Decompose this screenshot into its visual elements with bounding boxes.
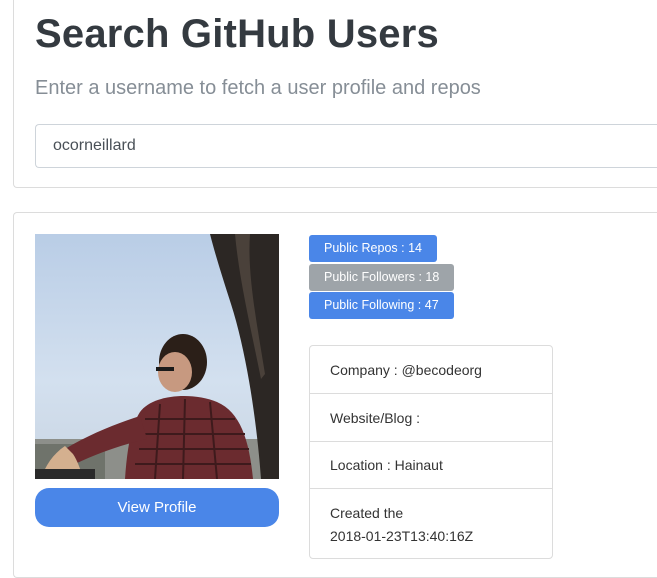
search-card: Search GitHub Users Enter a username to …	[13, 0, 657, 188]
created-date: 2018-01-23T13:40:16Z	[330, 528, 474, 544]
view-profile-button[interactable]: View Profile	[35, 488, 279, 527]
public-repos-badge: Public Repos : 14	[309, 235, 437, 262]
profile-card: View Profile Public Repos : 14 Public Fo…	[13, 212, 657, 578]
location-item: Location : Hainaut	[310, 441, 552, 488]
public-followers-badge: Public Followers : 18	[309, 264, 455, 291]
created-label: Created the	[330, 505, 404, 521]
company-item: Company : @becodeorg	[330, 361, 482, 378]
created-item: Created the 2018-01-23T13:40:16Z	[310, 488, 552, 558]
website-item: Website/Blog :	[310, 393, 552, 441]
avatar-photo	[35, 234, 279, 479]
page-title: Search GitHub Users	[35, 12, 439, 56]
public-following-badge: Public Following : 47	[309, 292, 454, 319]
page-subtitle: Enter a username to fetch a user profile…	[35, 77, 481, 99]
profile-info-list: Company : @becodeorg Website/Blog : Loca…	[309, 345, 553, 559]
search-input[interactable]	[35, 124, 657, 168]
avatar	[35, 234, 279, 479]
